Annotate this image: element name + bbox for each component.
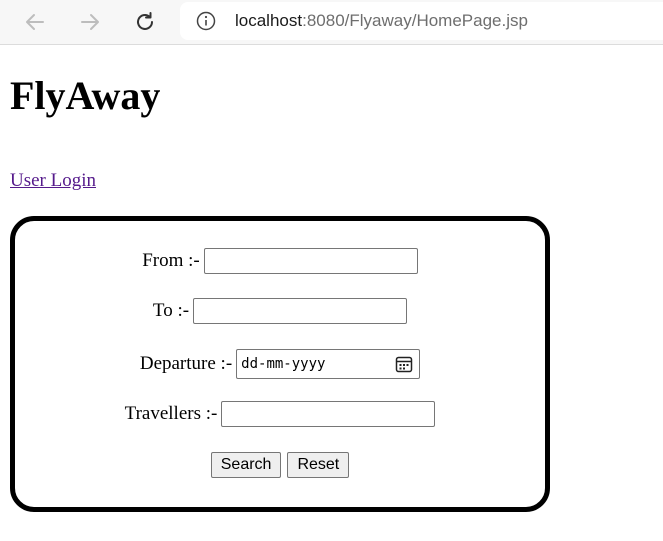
from-row: From :- <box>15 248 545 274</box>
reset-button[interactable]: Reset <box>287 452 350 478</box>
url-path: :8080/Flyaway/HomePage.jsp <box>302 11 528 30</box>
address-bar[interactable]: localhost:8080/Flyaway/HomePage.jsp <box>180 2 663 40</box>
to-row: To :- <box>15 298 545 324</box>
from-label: From :- <box>142 250 200 271</box>
user-login-link[interactable]: User Login <box>10 170 96 192</box>
reload-icon <box>137 12 153 30</box>
to-input[interactable] <box>193 298 408 324</box>
back-arrow-icon <box>26 14 44 30</box>
calendar-icon[interactable] <box>395 355 413 373</box>
browser-toolbar: localhost:8080/Flyaway/HomePage.jsp <box>0 0 663 45</box>
forward-arrow-icon <box>81 14 99 30</box>
reload-button[interactable] <box>131 8 159 36</box>
button-row: Search Reset <box>15 452 545 478</box>
from-input[interactable] <box>203 248 418 274</box>
search-button[interactable]: Search <box>210 452 282 478</box>
info-icon[interactable] <box>196 11 216 31</box>
forward-button[interactable] <box>76 8 104 36</box>
search-form: From :- To :- Departure :- dd-mm-yyyy Tr… <box>10 216 550 512</box>
url-text: localhost:8080/Flyaway/HomePage.jsp <box>235 11 528 31</box>
page-title: FlyAway <box>10 73 161 118</box>
departure-label: Departure :- <box>139 353 233 374</box>
departure-row: Departure :- dd-mm-yyyy <box>15 349 545 379</box>
date-placeholder: dd-mm-yyyy <box>241 356 326 372</box>
to-label: To :- <box>152 300 190 321</box>
travellers-row: Travellers :- <box>15 401 545 427</box>
back-button[interactable] <box>21 8 49 36</box>
travellers-label: Travellers :- <box>124 403 218 424</box>
departure-date-input[interactable]: dd-mm-yyyy <box>236 349 421 379</box>
url-host: localhost <box>235 11 303 30</box>
travellers-input[interactable] <box>221 401 436 427</box>
